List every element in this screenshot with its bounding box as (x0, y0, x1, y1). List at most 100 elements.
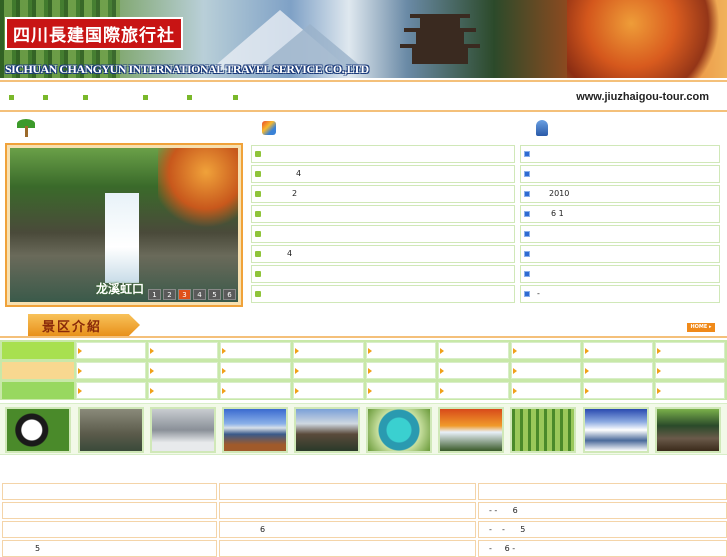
arrow-icon (222, 388, 226, 394)
bullet-icon (255, 291, 261, 297)
list-item[interactable] (520, 245, 720, 263)
arrow-icon (513, 348, 517, 354)
slide-page-5[interactable]: 5 (208, 289, 221, 300)
list-item[interactable]: 4 (251, 245, 515, 263)
table-cell[interactable] (219, 483, 476, 500)
nav-item-5[interactable] (187, 95, 192, 100)
slide-page-1[interactable]: 1 (148, 289, 161, 300)
scenic-link[interactable] (511, 342, 581, 359)
list-item[interactable] (251, 265, 515, 283)
thumbnail-autumn-waterfall[interactable] (438, 407, 504, 453)
slide-page-4[interactable]: 4 (193, 289, 206, 300)
scenic-grid (0, 340, 727, 400)
scenic-link[interactable] (220, 362, 291, 379)
scenic-link[interactable] (293, 342, 364, 359)
table-cell[interactable]: 6 (219, 521, 476, 538)
list-item[interactable] (251, 225, 515, 243)
slide-page-3[interactable]: 3 (178, 289, 191, 300)
nav-item-6[interactable] (233, 95, 238, 100)
scenic-link[interactable] (366, 362, 436, 379)
scenic-link[interactable] (366, 382, 436, 399)
bullet-icon (255, 251, 261, 257)
featured-image[interactable]: 龙溪虹口 1 2 3 4 5 6 (10, 148, 238, 302)
list-item[interactable] (520, 145, 720, 163)
arrow-icon (513, 368, 517, 374)
table-cell[interactable]: 5 (2, 540, 217, 557)
thumbnail-snow-valley[interactable] (583, 407, 649, 453)
arrow-icon (150, 388, 154, 394)
nav-item-2[interactable] (43, 95, 48, 100)
slide-page-6[interactable]: 6 (223, 289, 236, 300)
list-item[interactable] (251, 145, 515, 163)
nav-item-4[interactable] (143, 95, 148, 100)
person-icon (533, 119, 551, 137)
scenic-link[interactable] (76, 342, 146, 359)
scenic-link[interactable] (583, 382, 653, 399)
scenic-link[interactable] (438, 362, 509, 379)
scenic-link[interactable] (583, 342, 653, 359)
scenic-link[interactable] (148, 362, 218, 379)
scenic-link[interactable] (220, 342, 291, 359)
list-item[interactable]: 6 1 (520, 205, 720, 223)
table-cell[interactable] (2, 521, 217, 538)
slide-page-2[interactable]: 2 (163, 289, 176, 300)
scenic-link[interactable] (148, 342, 218, 359)
scenic-link[interactable] (293, 362, 364, 379)
arrow-icon (585, 348, 589, 354)
arrow-icon (150, 368, 154, 374)
bullet-icon (524, 191, 530, 197)
bullet-icon (255, 231, 261, 237)
thumbnail-ancient-town[interactable] (655, 407, 721, 453)
home-button[interactable]: HOME ▸ (687, 323, 715, 332)
list-item[interactable] (520, 165, 720, 183)
table-cell[interactable] (2, 502, 217, 519)
thumbnail-village-bridge[interactable] (294, 407, 360, 453)
company-logo-cn[interactable]: 四川長建国際旅行社 (5, 17, 183, 50)
scenic-link[interactable] (583, 362, 653, 379)
table-cell[interactable] (219, 502, 476, 519)
list-item[interactable]: 2 (251, 185, 515, 203)
nav-item-1[interactable] (9, 95, 14, 100)
list-item[interactable]: - (520, 285, 720, 303)
scenic-link[interactable] (148, 382, 218, 399)
bullet-icon (255, 191, 261, 197)
list-item[interactable] (251, 205, 515, 223)
thumbnail-bamboo-forest[interactable] (510, 407, 576, 453)
table-cell[interactable] (219, 540, 476, 557)
scenic-link[interactable] (438, 342, 509, 359)
scenic-link[interactable] (511, 362, 581, 379)
scenic-link[interactable] (220, 382, 291, 399)
list-item[interactable] (251, 285, 515, 303)
nav-item-3[interactable] (83, 95, 88, 100)
arrow-icon (222, 348, 226, 354)
featured-slideshow[interactable]: 龙溪虹口 1 2 3 4 5 6 (5, 143, 243, 307)
thumbnail-turquoise-pools[interactable] (366, 407, 432, 453)
list-item[interactable] (520, 225, 720, 243)
table-cell[interactable]: - - 6 (478, 502, 727, 519)
scenic-link[interactable] (438, 382, 509, 399)
table-cell[interactable] (2, 483, 217, 500)
site-url[interactable]: www.jiuzhaigou-tour.com (576, 91, 709, 103)
scenic-link[interactable] (655, 382, 725, 399)
scenic-link[interactable] (655, 362, 725, 379)
thumbnail-mountain-clouds[interactable] (150, 407, 216, 453)
scenic-link[interactable] (655, 342, 725, 359)
table-cell-text: 6 (260, 525, 266, 534)
table-cell[interactable] (478, 483, 727, 500)
thumbnail-buddha[interactable] (78, 407, 144, 453)
list-item[interactable]: 4 (251, 165, 515, 183)
scenic-link[interactable] (76, 382, 146, 399)
scenic-link[interactable] (366, 342, 436, 359)
table-cell[interactable]: - - 5 (478, 521, 727, 538)
scenic-link[interactable] (293, 382, 364, 399)
scenic-link[interactable] (511, 382, 581, 399)
list-item[interactable] (520, 265, 720, 283)
table-cell[interactable]: - 6 - (478, 540, 727, 557)
flag-icon (260, 119, 278, 137)
scenic-link[interactable] (76, 362, 146, 379)
bullet-icon (524, 171, 530, 177)
list-item[interactable]: 2010 (520, 185, 720, 203)
arrow-icon (295, 388, 299, 394)
thumbnail-lake-mountain[interactable] (222, 407, 288, 453)
thumbnail-panda[interactable] (5, 407, 71, 453)
